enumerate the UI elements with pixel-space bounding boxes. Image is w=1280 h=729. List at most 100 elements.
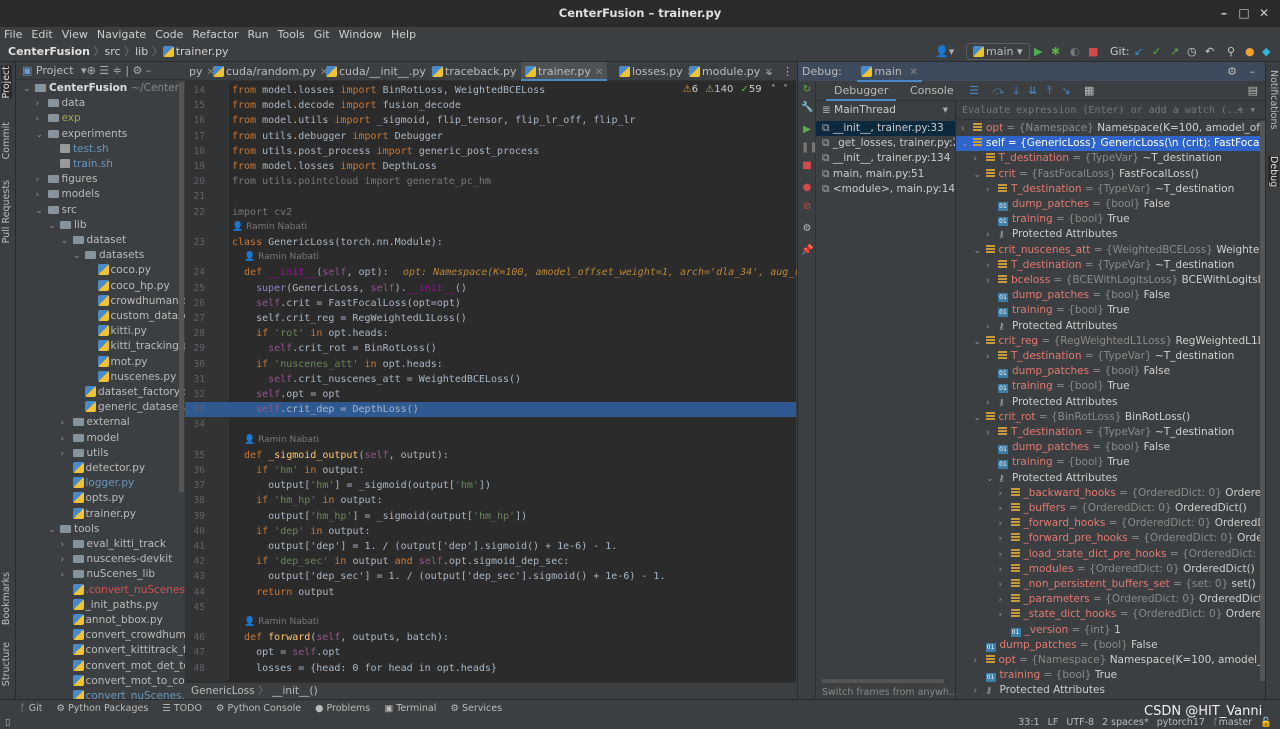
tree-item[interactable]: custom_dataset.py (86, 309, 185, 324)
tree-item[interactable]: dataset_factory.py (73, 385, 185, 400)
tab-debugger[interactable]: Debugger (826, 84, 897, 101)
chevron-right-icon[interactable]: › (61, 447, 73, 462)
variable-row[interactable]: › T_destination = {TypeVar} ~T_destinatio… (956, 258, 1266, 273)
chevron-right-icon[interactable]: › (974, 654, 986, 669)
layout-icon[interactable]: ☰ (969, 84, 979, 97)
mute-breakpoints-icon[interactable]: ⊘ (801, 201, 813, 212)
ide-logo-icon[interactable]: ◆ (1262, 44, 1270, 60)
wrench-icon[interactable]: 🔧 (801, 102, 813, 113)
close-tab-icon[interactable]: ✕ (595, 67, 603, 78)
add-watch-icon[interactable]: + ▾ (1237, 101, 1256, 120)
view-breakpoints-icon[interactable]: ● (801, 182, 813, 193)
tree-item[interactable]: › models (36, 187, 100, 202)
variable-row[interactable]: › _backward_hooks = {OrderedDict: 0} Orde… (956, 486, 1267, 502)
tree-item[interactable]: kitti.py (86, 324, 147, 339)
chevron-right-icon[interactable]: › (961, 122, 973, 137)
variable-row[interactable]: › T_destination = {TypeVar} ~T_destinatio… (956, 182, 1266, 197)
pin-icon[interactable]: 📌 (801, 245, 813, 256)
tree-item[interactable]: › nuScenes_lib (61, 567, 156, 582)
menu-git[interactable]: Git (314, 27, 330, 42)
variable-row[interactable]: 01 training = {bool} True (956, 303, 1266, 318)
chevron-right-icon[interactable]: › (999, 487, 1011, 502)
tree-item[interactable]: coco_hp.py (86, 279, 170, 294)
tree-item[interactable]: convert_mot_to_coco.py (61, 674, 185, 689)
chevron-down-icon[interactable]: ⌄ (986, 472, 998, 487)
project-view-selector[interactable]: Project (36, 64, 74, 77)
variable-row[interactable]: 01 training = {bool} True (956, 379, 1266, 394)
menu-navigate[interactable]: Navigate (97, 27, 146, 42)
toolwindow-git[interactable]: ᚴ Git (20, 700, 42, 716)
hide-panel-icon[interactable]: – (1250, 62, 1256, 81)
variable-row[interactable]: › _state_dict_hooks = {OrderedDict: 0} Or… (956, 607, 1267, 623)
update-icon[interactable]: ● (1245, 44, 1255, 60)
chevron-right-icon[interactable]: › (986, 259, 998, 274)
chevron-right-icon[interactable]: › (999, 563, 1011, 578)
step-into-my-code-icon[interactable]: ⇊ (1028, 84, 1037, 97)
coverage-icon[interactable]: ◐ (1070, 44, 1080, 60)
editor-tab[interactable]: traceback.py✕ (428, 62, 533, 81)
variable-row[interactable]: › ⚷ Protected Attributes (956, 395, 1266, 410)
tab-notifications[interactable]: Notifications (1268, 70, 1279, 129)
evaluate-expression-input[interactable]: Evaluate expression (Enter) or add a wat… (956, 101, 1266, 120)
tree-item[interactable]: opts.py (61, 491, 124, 506)
menu-view[interactable]: View (62, 27, 88, 42)
tree-item[interactable]: ⌄ CenterFusion~/CenterFusion (23, 81, 185, 96)
chevron-down-icon[interactable]: ⌄ (961, 137, 973, 152)
close-session-icon[interactable]: ✕ (909, 67, 917, 78)
tree-item[interactable]: coco.py (86, 263, 151, 278)
menu-tools[interactable]: Tools (278, 27, 305, 42)
variable-row[interactable]: › ⚷ Protected Attributes (956, 683, 1266, 698)
chevron-down-icon[interactable]: ⌄ (48, 523, 60, 538)
git-update-icon[interactable]: ↙ (1134, 44, 1143, 60)
chevron-down-icon[interactable]: ⌄ (974, 168, 986, 183)
breadcrumb-lib[interactable]: lib (135, 45, 148, 58)
tree-item[interactable]: › utils (61, 446, 109, 461)
close-button[interactable]: ✕ (1256, 0, 1272, 27)
variable-row[interactable]: › _modules = {OrderedDict: 0} OrderedDict… (956, 562, 1266, 577)
variable-row[interactable]: › T_destination = {TypeVar} ~T_destinatio… (956, 425, 1266, 440)
chevron-right-icon[interactable]: › (61, 432, 73, 447)
stack-frame[interactable]: ⧉ __init__, trainer.py:134 (816, 151, 955, 166)
variable-row[interactable]: 01 dump_patches = {bool} False (956, 440, 1266, 455)
variable-row[interactable]: ⌄ ⚷ Protected Attributes (956, 471, 1266, 486)
variable-row[interactable]: › _load_state_dict_pre_hooks = {OrderedDi… (956, 547, 1267, 562)
chevron-right-icon[interactable]: › (36, 97, 48, 112)
tree-item[interactable]: crowdhuman.py (86, 294, 185, 309)
tree-item[interactable]: › exp (36, 111, 81, 126)
menu-code[interactable]: Code (155, 27, 183, 42)
toolwindow-services[interactable]: ⚙ Services (450, 700, 502, 716)
tree-item[interactable]: convert_kittitrack_to_coco.py (61, 643, 185, 658)
editor-tab[interactable]: cuda/random.py ✕ (209, 62, 333, 81)
chevron-right-icon[interactable]: › (986, 426, 998, 441)
breadcrumb-method[interactable]: __init__() (272, 685, 318, 697)
variable-row[interactable]: 01 training = {bool} True (956, 668, 1266, 683)
chevron-right-icon[interactable]: › (986, 350, 998, 365)
variable-row[interactable]: ⌄ self = {GenericLoss} GenericLoss(\n (cr… (956, 136, 1266, 152)
caret-position[interactable]: 33:1 (1018, 716, 1039, 729)
chevron-down-icon[interactable]: ⌄ (73, 249, 85, 264)
chevron-right-icon[interactable]: › (61, 416, 73, 431)
run-config-dropdown[interactable]: main ▾ (966, 43, 1030, 60)
project-toolbar-icons[interactable]: ▾⊕ ☰ ≑ | ⚙ – (81, 64, 151, 77)
project-scrollbar[interactable] (179, 82, 184, 492)
git-push-icon[interactable]: ↗ (1170, 44, 1179, 60)
debug-icon[interactable]: ✱ (1051, 44, 1060, 60)
more-options-icon[interactable]: ⋮ (782, 62, 793, 81)
chevron-right-icon[interactable]: › (999, 502, 1011, 517)
chevron-right-icon[interactable]: › (999, 608, 1011, 623)
user-icon[interactable]: 👤▾ (935, 44, 954, 60)
variable-row[interactable]: › T_destination = {TypeVar} ~T_destinatio… (956, 349, 1266, 364)
tree-item[interactable]: detector.py (61, 461, 145, 476)
history-icon[interactable]: ◷ (1187, 44, 1197, 60)
debug-settings-icon[interactable]: ⚙ (1227, 62, 1237, 81)
variable-row[interactable]: › _buffers = {OrderedDict: 0} OrderedDict… (956, 501, 1266, 516)
tree-item[interactable]: › nuscenes-devkit (61, 552, 173, 567)
code-author-hint[interactable]: 👤 Ramin Nabati (185, 615, 796, 630)
tree-item[interactable]: kitti_tracking.py (86, 339, 185, 354)
variable-row[interactable]: 01 training = {bool} True (956, 455, 1266, 470)
previous-issue-icon[interactable]: ˄ (771, 84, 776, 95)
variable-row[interactable]: › opt = {Namespace} Namespace(K=100, amod… (956, 121, 1266, 136)
git-commit-icon[interactable]: ✓ (1152, 44, 1161, 60)
tree-item[interactable]: trainer.py (61, 507, 136, 522)
inspection-widget[interactable]: ⚠6 ⚠140 ✓59 ˄ ˅ (683, 84, 788, 95)
